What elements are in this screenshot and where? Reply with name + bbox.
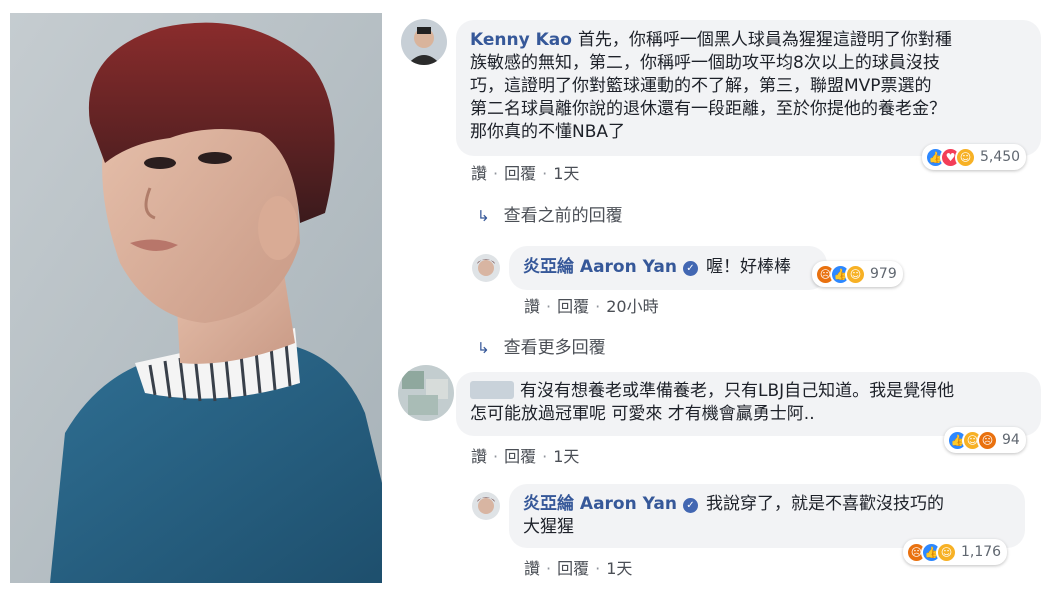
reaction-count: 1,176 (961, 544, 1002, 560)
haha-icon: ☺ (936, 541, 957, 563)
like-link[interactable]: 讚 (524, 297, 540, 316)
reply-bubble: 炎亞綸 Aaron Yan ✓ 喔！好棒棒 (509, 246, 827, 290)
reply-link[interactable]: 回覆 (557, 559, 589, 578)
comment-text: 大猩猩 (523, 517, 574, 537)
reaction-summary[interactable]: 👍 ☺ ☹ 94 (944, 427, 1026, 453)
reply-arrow-icon: ↳ (477, 207, 490, 225)
comment-text: 喔！好棒棒 (705, 257, 791, 277)
timestamp[interactable]: 20小時 (606, 297, 658, 316)
reaction-summary[interactable]: 👍 ♥ ☺ 5,450 (922, 144, 1027, 170)
reaction-count: 94 (1002, 432, 1020, 448)
avatar[interactable] (401, 19, 447, 65)
like-link[interactable]: 讚 (471, 164, 487, 183)
haha-icon: ☺ (955, 146, 976, 168)
comment-actions: 讚 · 回覆 · 1天 (524, 559, 633, 578)
reply-arrow-icon: ↳ (477, 339, 490, 357)
comment-author[interactable]: 炎亞綸 Aaron Yan (523, 494, 677, 514)
comment-text: 我說穿了，就是不喜歡沒技巧的 (705, 494, 944, 514)
comment-text: 首先，你稱呼一個黑人球員為猩猩這證明了你對種 (577, 30, 952, 50)
reply-link[interactable]: 回覆 (504, 164, 536, 183)
like-link[interactable]: 讚 (471, 447, 487, 466)
haha-icon: ☺ (845, 263, 866, 285)
like-link[interactable]: 讚 (524, 559, 540, 578)
angry-icon: ☹ (977, 429, 998, 451)
comment-actions: 讚 · 回覆 · 1天 (471, 164, 580, 183)
comment-text: 族敏感的無知，第二，你稱呼一個助攻平均8次以上的球員沒技 (470, 53, 940, 73)
comment-bubble: Kenny Kao 首先，你稱呼一個黑人球員為猩猩這證明了你對種 族敏感的無知，第… (456, 20, 1041, 156)
comment-actions: 讚 · 回覆 · 20小時 (524, 297, 659, 316)
verified-badge-icon: ✓ (682, 261, 698, 276)
reply-link[interactable]: 回覆 (504, 447, 536, 466)
timestamp[interactable]: 1天 (553, 164, 579, 183)
reaction-summary[interactable]: ☹ 👍 ☺ 1,176 (903, 539, 1008, 565)
avatar[interactable] (398, 365, 454, 421)
reply-link[interactable]: 回覆 (557, 297, 589, 316)
comment-text: 巧，這證明了你對籃球運動的不了解，第三，聯盟MVP票選的 (470, 76, 932, 96)
comment-author[interactable]: Kenny Kao (470, 30, 572, 50)
comment-text: 那你真的不懂NBA了 (470, 122, 626, 142)
avatar[interactable] (472, 492, 500, 520)
comment-author[interactable] (470, 381, 514, 399)
avatar[interactable] (472, 254, 500, 282)
timestamp[interactable]: 1天 (606, 559, 632, 578)
view-previous-replies[interactable]: ↳ 查看之前的回覆 (477, 201, 623, 226)
reaction-count: 5,450 (980, 149, 1021, 165)
comment-actions: 讚 · 回覆 · 1天 (471, 447, 580, 466)
comment-text: 怎可能放過冠軍呢 可愛來 才有機會贏勇士阿.. (470, 404, 815, 424)
comment-text: 有沒有想養老或準備養老，只有LBJ自己知道。我是覺得他 (520, 381, 955, 401)
timestamp[interactable]: 1天 (553, 447, 579, 466)
comment-author[interactable]: 炎亞綸 Aaron Yan (523, 257, 677, 277)
comment-thread: Kenny Kao 首先，你稱呼一個黑人球員為猩猩這證明了你對種 族敏感的無知，第… (0, 0, 1060, 596)
comment-text: 第二名球員離你說的退休還有一段距離，至於你提他的養老金？ (470, 99, 946, 119)
reaction-count: 979 (870, 266, 897, 282)
reaction-summary[interactable]: ☹ 👍 ☺ 979 (812, 261, 903, 287)
verified-badge-icon: ✓ (682, 498, 698, 513)
view-more-replies[interactable]: ↳ 查看更多回覆 (477, 333, 606, 358)
